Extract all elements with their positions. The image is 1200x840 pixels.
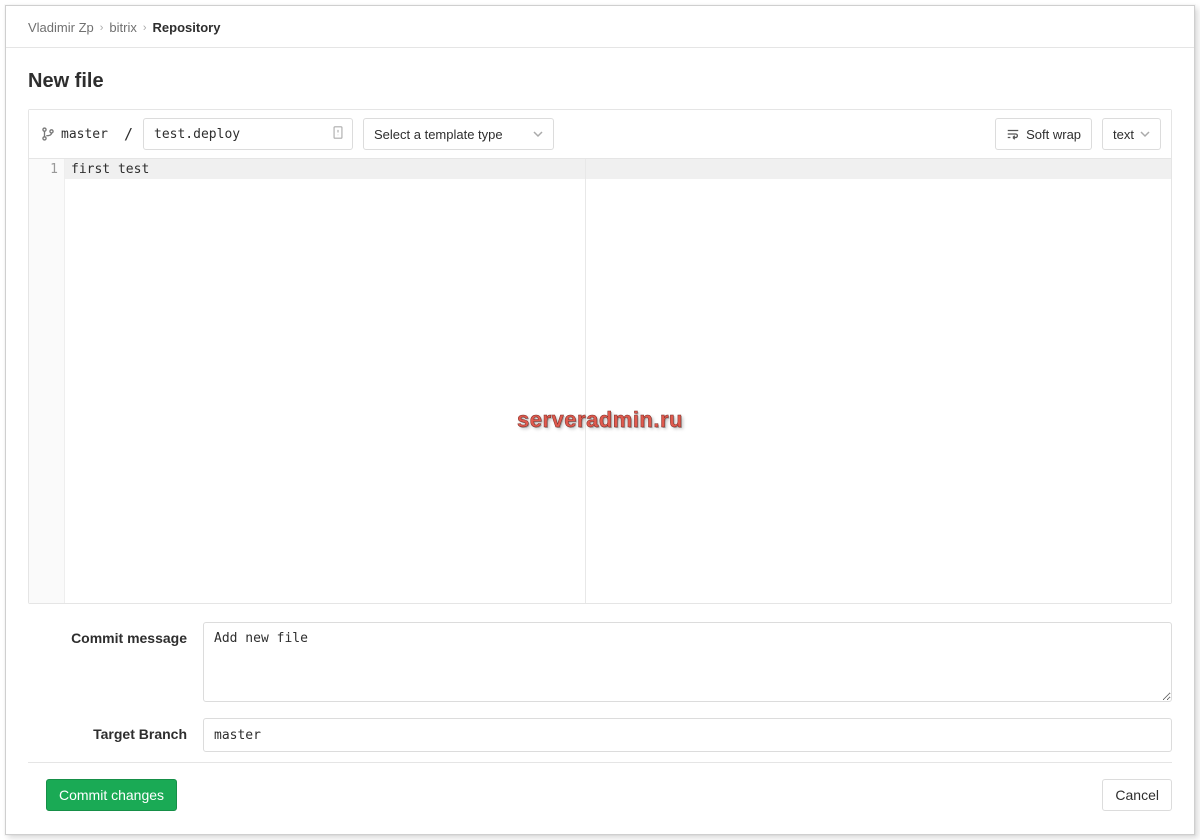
- chevron-down-icon: [1140, 127, 1150, 142]
- branch-selector[interactable]: master: [39, 123, 114, 146]
- template-select-label: Select a template type: [374, 127, 503, 142]
- code-line[interactable]: first test: [65, 159, 1171, 179]
- editor-panel: master / Select a template type: [28, 109, 1172, 604]
- target-branch-label: Target Branch: [28, 718, 203, 752]
- template-select[interactable]: Select a template type: [363, 118, 554, 150]
- code-area[interactable]: first test: [65, 159, 1171, 603]
- breadcrumb-current: Repository: [153, 20, 221, 35]
- syntax-label: text: [1113, 127, 1134, 142]
- breadcrumb-project[interactable]: bitrix: [109, 20, 136, 35]
- syntax-select[interactable]: text: [1102, 118, 1161, 150]
- line-gutter: 1: [29, 159, 65, 603]
- column-guide: [585, 159, 586, 603]
- commit-changes-button[interactable]: Commit changes: [46, 779, 177, 811]
- page-title: New file: [6, 70, 1194, 93]
- code-editor[interactable]: 1 first test: [29, 159, 1171, 603]
- commit-message-label: Commit message: [28, 622, 203, 702]
- soft-wrap-button[interactable]: Soft wrap: [995, 118, 1092, 150]
- path-separator: /: [124, 125, 133, 143]
- window-frame: Vladimir Zp › bitrix › Repository New fi…: [5, 5, 1195, 835]
- form-actions: Commit changes Cancel: [6, 763, 1194, 811]
- target-branch-input[interactable]: [203, 718, 1172, 752]
- line-number: 1: [29, 161, 58, 179]
- commit-form: Commit message Add new file Target Branc…: [28, 622, 1172, 752]
- filename-wrap: [143, 118, 353, 150]
- commit-message-textarea[interactable]: Add new file: [203, 622, 1172, 702]
- branch-icon: [41, 127, 55, 141]
- filename-input[interactable]: [143, 118, 353, 150]
- breadcrumb: Vladimir Zp › bitrix › Repository: [6, 6, 1194, 48]
- soft-wrap-label: Soft wrap: [1026, 127, 1081, 142]
- cancel-button[interactable]: Cancel: [1102, 779, 1172, 811]
- editor-toolbar: master / Select a template type: [29, 110, 1171, 159]
- wrap-icon: [1006, 127, 1020, 141]
- chevron-down-icon: [533, 127, 543, 142]
- file-suggestion-icon[interactable]: [331, 126, 345, 143]
- breadcrumb-owner[interactable]: Vladimir Zp: [28, 20, 94, 35]
- branch-name: master: [61, 127, 108, 142]
- chevron-right-icon: ›: [100, 22, 104, 34]
- chevron-right-icon: ›: [143, 22, 147, 34]
